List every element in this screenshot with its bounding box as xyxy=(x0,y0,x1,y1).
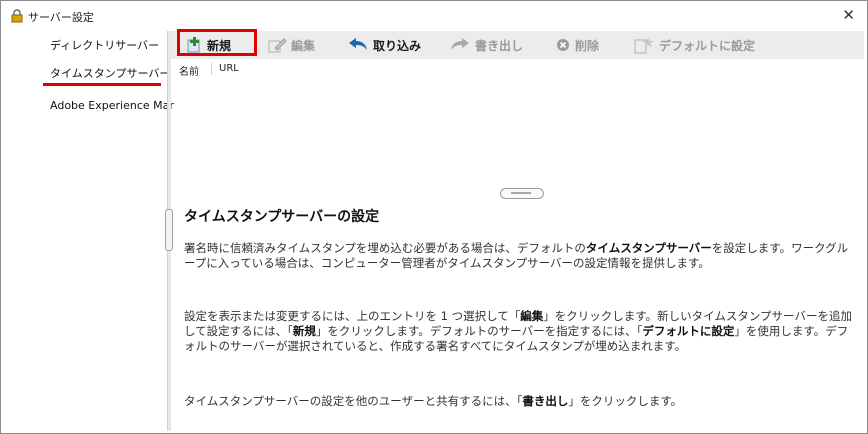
sidebar-item-label: Adobe Experience Mar xyxy=(50,99,174,112)
window-title: サーバー設定 xyxy=(28,11,94,24)
new-button[interactable]: 新規 xyxy=(185,34,231,56)
lock-icon xyxy=(11,9,23,23)
help-heading: タイムスタンプサーバーの設定 xyxy=(184,209,380,225)
new-button-label: 新規 xyxy=(207,38,232,53)
help-paragraph-3: タイムスタンプサーバーの設定を他のユーザーと共有するには、「書き出し」をクリック… xyxy=(184,394,683,408)
set-default-icon xyxy=(634,37,654,54)
sidebar-item-adobe-experience-manager[interactable]: Adobe Experience Mar xyxy=(3,95,174,121)
set-default-button-label: デフォルトに設定 xyxy=(659,38,756,53)
sidebar-item-directory-server[interactable]: ディレクトリサーバー xyxy=(3,33,167,59)
help-paragraph-2: 設定を表示または変更するには、上のエントリを 1 つ選択して「編集」をクリックし… xyxy=(184,309,852,353)
delete-button[interactable]: 削除 xyxy=(555,34,599,56)
title-bar: サーバー設定 ✕ xyxy=(1,1,867,31)
column-divider xyxy=(211,63,212,75)
help-panel: タイムスタンプサーバーの設定 署名時に信頼済みタイムスタンプを埋め込む必要がある… xyxy=(184,206,859,408)
column-url-header[interactable]: URL xyxy=(219,63,239,74)
export-arrow-icon xyxy=(451,38,469,50)
selection-underline xyxy=(43,83,161,86)
sidebar-item-label: ディレクトリサーバー xyxy=(50,39,160,52)
delete-icon xyxy=(557,39,569,51)
splitter-handle[interactable] xyxy=(500,188,544,199)
main-panel: 新規 編集 取り込み 書き出し 削除 デフォルトに設定 名前 URL タイムスタ… xyxy=(171,29,864,431)
column-name-header[interactable]: 名前 xyxy=(179,63,199,78)
add-icon xyxy=(187,37,200,53)
close-icon[interactable]: ✕ xyxy=(842,6,855,24)
edit-button-label: 編集 xyxy=(291,38,316,53)
sidebar-item-timestamp-server[interactable]: タイムスタンプサーバー xyxy=(3,61,171,87)
export-button[interactable]: 書き出し xyxy=(449,34,523,56)
import-button[interactable]: 取り込み xyxy=(347,34,421,56)
sidebar-item-label: タイムスタンプサーバー xyxy=(50,67,171,80)
settings-dialog: サーバー設定 ✕ ディレクトリサーバー タイムスタンプサーバー Adobe Ex… xyxy=(0,0,868,434)
set-default-button[interactable]: デフォルトに設定 xyxy=(633,34,755,56)
list-header: 名前 URL xyxy=(171,61,864,78)
edit-button[interactable]: 編集 xyxy=(267,34,315,56)
toolbar: 新規 編集 取り込み 書き出し 削除 デフォルトに設定 xyxy=(171,29,864,59)
export-button-label: 書き出し xyxy=(475,38,524,53)
import-arrow-icon xyxy=(349,38,367,50)
import-button-label: 取り込み xyxy=(373,38,422,53)
help-paragraph-1: 署名時に信頼済みタイムスタンプを埋め込む必要がある場合は、デフォルトのタイムスタ… xyxy=(184,241,849,270)
edit-icon xyxy=(268,38,287,53)
sidebar: ディレクトリサーバー タイムスタンプサーバー Adobe Experience … xyxy=(3,31,174,431)
delete-button-label: 削除 xyxy=(575,38,600,53)
